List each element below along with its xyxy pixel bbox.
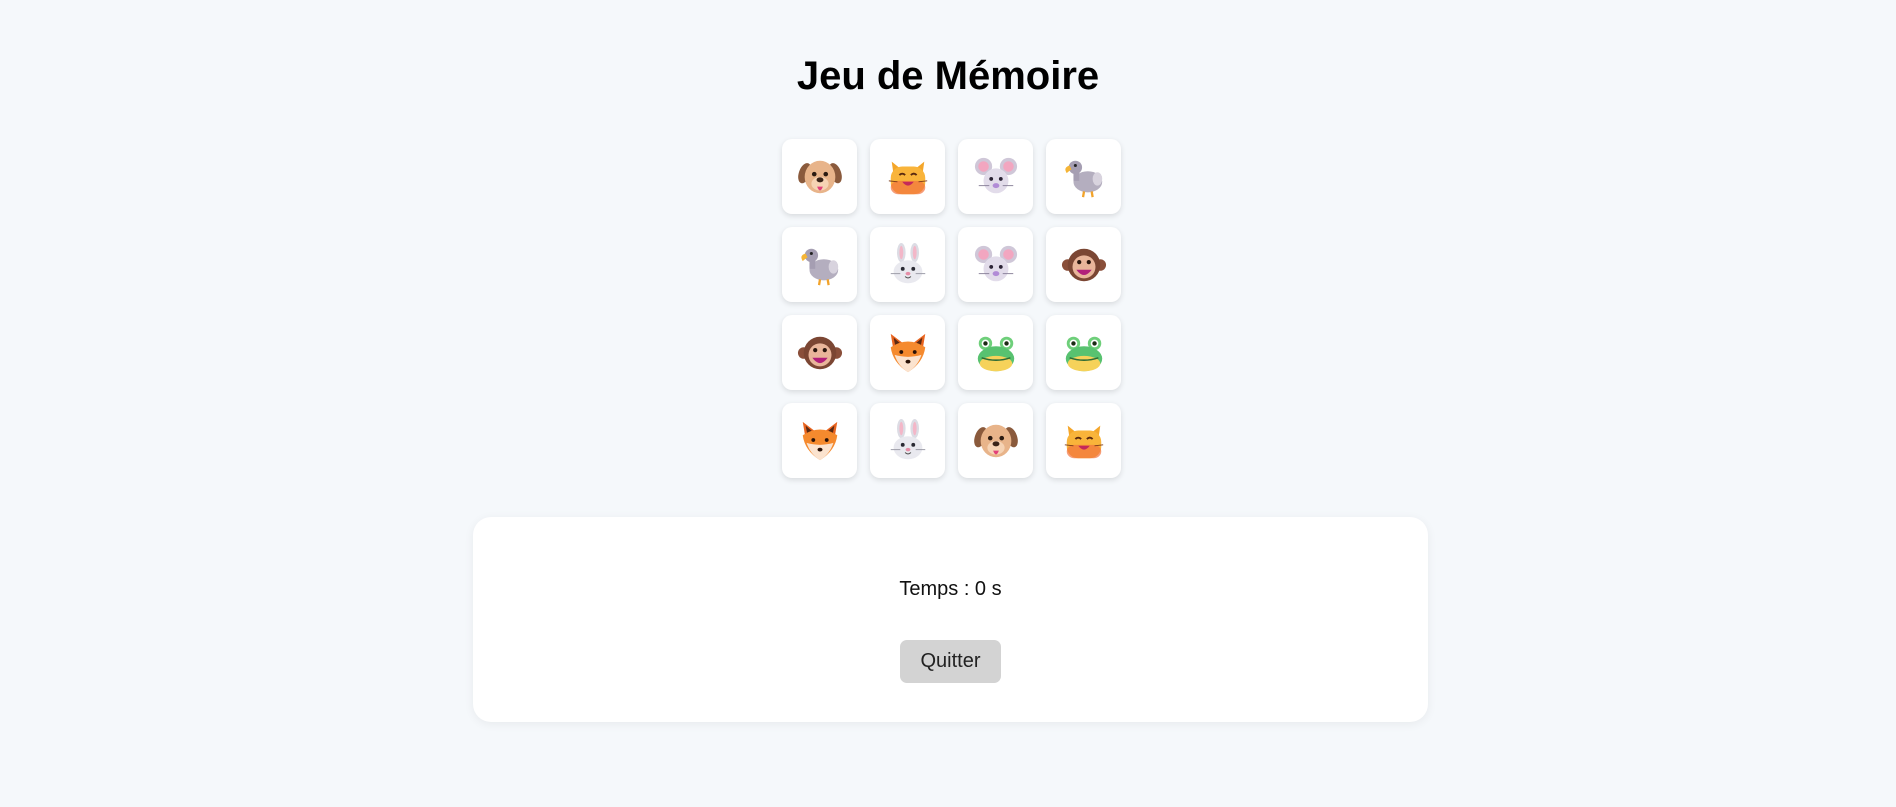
memory-card[interactable]	[958, 315, 1033, 390]
memory-card[interactable]	[1046, 139, 1121, 214]
memory-card[interactable]	[782, 315, 857, 390]
dodo-icon	[797, 242, 843, 288]
frog-face-icon	[1061, 330, 1107, 376]
dog-face-icon	[797, 154, 843, 200]
monkey-face-icon	[797, 330, 843, 376]
memory-card[interactable]	[870, 403, 945, 478]
frog-face-icon	[973, 330, 1019, 376]
memory-card[interactable]	[870, 227, 945, 302]
dodo-icon	[1061, 154, 1107, 200]
memory-card[interactable]	[1046, 315, 1121, 390]
dog-face-icon	[973, 418, 1019, 464]
memory-card[interactable]	[870, 315, 945, 390]
memory-card[interactable]	[782, 403, 857, 478]
cat-face-icon	[1061, 418, 1107, 464]
fox-face-icon	[797, 418, 843, 464]
monkey-face-icon	[1061, 242, 1107, 288]
memory-card[interactable]	[782, 139, 857, 214]
page-title: Jeu de Mémoire	[796, 54, 1100, 98]
mouse-face-icon	[973, 154, 1019, 200]
cat-face-icon	[885, 154, 931, 200]
mouse-face-icon	[973, 242, 1019, 288]
status-panel: Temps : 0 s Quitter	[473, 517, 1428, 722]
rabbit-face-icon	[885, 242, 931, 288]
card-grid	[782, 139, 1121, 478]
memory-card[interactable]	[958, 139, 1033, 214]
memory-card[interactable]	[782, 227, 857, 302]
memory-card[interactable]	[958, 227, 1033, 302]
timer-text: Temps : 0 s	[899, 578, 1002, 600]
quit-button[interactable]: Quitter	[900, 640, 1001, 683]
memory-card[interactable]	[958, 403, 1033, 478]
memory-card[interactable]	[1046, 403, 1121, 478]
memory-card[interactable]	[1046, 227, 1121, 302]
fox-face-icon	[885, 330, 931, 376]
memory-card[interactable]	[870, 139, 945, 214]
rabbit-face-icon	[885, 418, 931, 464]
